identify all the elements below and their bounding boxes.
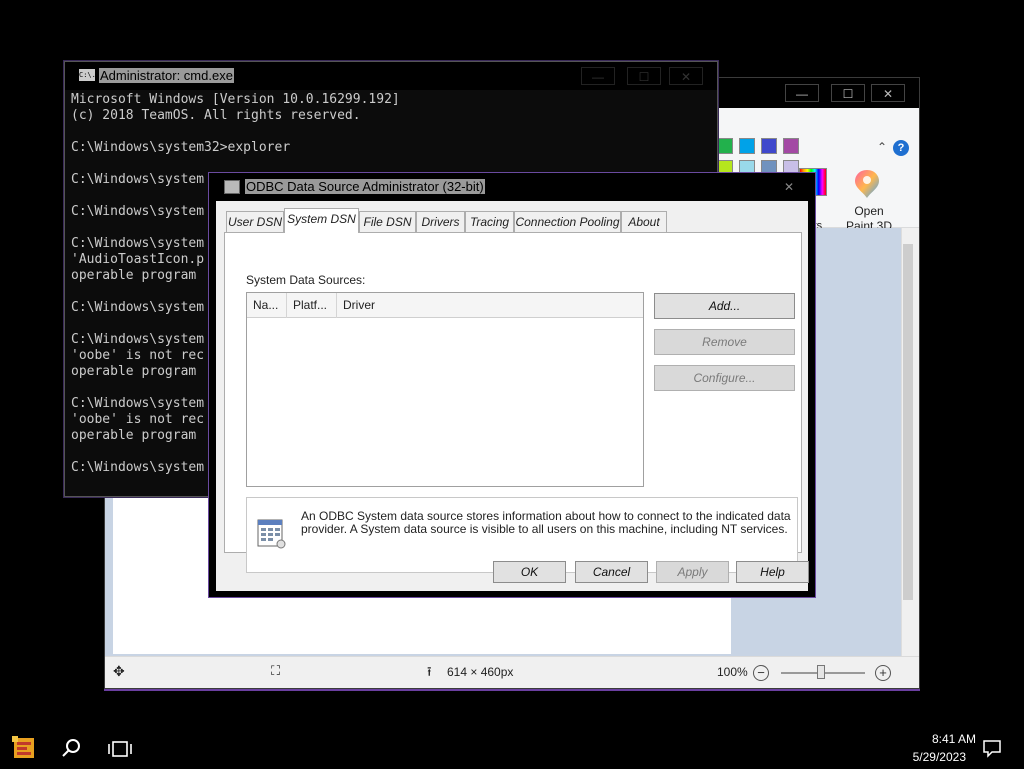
zoom-level-text: 100% [717,665,748,679]
console-line: Microsoft Windows [Version 10.0.16299.19… [71,92,400,107]
odbc-app-icon [224,180,240,194]
cmd-maximize-button[interactable]: ☐ [627,67,661,85]
tab-drivers[interactable]: Drivers [416,211,465,232]
column-header-driver[interactable]: Driver [337,293,643,318]
odbc-data-source-icon [255,514,287,550]
tab-system-dsn[interactable]: System DSN [284,208,359,233]
cursor-position-icon: ✥ [113,663,125,679]
cmd-window-title: Administrator: cmd.exe [99,68,234,83]
list-header: Na... Platf... Driver [247,293,643,318]
paint-close-button[interactable]: ✕ [871,84,905,102]
ribbon-collapse-icon[interactable]: ⌃ [875,140,889,154]
selection-size-icon: ⛶ [271,663,281,678]
tab-tracing[interactable]: Tracing [465,211,514,232]
cancel-button[interactable]: Cancel [575,561,648,583]
taskbar: 8:41 AM 5/29/2023 [0,728,1024,768]
tab-user-dsn[interactable]: User DSN [226,211,284,232]
paint-minimize-button[interactable]: — [785,84,819,102]
cmd-app-icon: C:\. [79,69,96,81]
column-header-platform[interactable]: Platf... [287,293,337,318]
odbc-window-title: ODBC Data Source Administrator (32-bit) [245,179,485,194]
color-swatch[interactable] [761,138,777,154]
system-data-sources-list[interactable]: Na... Platf... Driver [246,292,644,487]
image-size-text: 614 × 460px [447,665,514,679]
column-header-name[interactable]: Na... [247,293,287,318]
odbc-client-area: User DSN System DSN File DSN Drivers Tra… [216,201,809,591]
clock-time[interactable]: 8:41 AM [880,732,976,746]
console-line: C:\Windows\system32>explorer [71,140,291,155]
tab-about[interactable]: About [621,211,667,232]
tab-file-dsn[interactable]: File DSN [359,211,416,232]
tab-connection-pooling[interactable]: Connection Pooling [514,211,621,232]
add-button[interactable]: Add... [654,293,795,319]
task-view-icon[interactable] [106,736,134,762]
paint-3d-icon[interactable] [853,168,881,200]
color-swatch[interactable] [739,138,755,154]
odbc-close-button[interactable]: ✕ [775,178,803,196]
cmd-title-bar: C:\. Administrator: cmd.exe — ☐ ✕ [65,62,717,90]
zoom-slider-thumb[interactable] [817,665,825,679]
notification-center-icon[interactable] [980,736,1004,760]
odbc-title-bar: ODBC Data Source Administrator (32-bit) … [209,173,815,201]
vertical-scrollbar-thumb[interactable] [903,244,913,600]
odbc-dialog: ODBC Data Source Administrator (32-bit) … [208,172,816,598]
system-dsn-panel: System Data Sources: Na... Platf... Driv… [224,232,802,573]
help-icon[interactable]: ? [893,140,909,156]
help-button[interactable]: Help [736,561,809,583]
start-button[interactable] [8,732,40,764]
cmd-close-button[interactable]: ✕ [669,67,703,85]
image-size-icon: ⭱ [427,664,432,679]
color-swatch[interactable] [783,138,799,154]
clock-date[interactable]: 5/29/2023 [880,750,966,764]
info-description-text: An ODBC System data source stores inform… [301,509,791,536]
console-line: (c) 2018 TeamOS. All rights reserved. [71,108,361,123]
zoom-in-button[interactable]: + [875,665,891,681]
paint-status-bar: ✥ ⛶ ⭱ 614 × 460px 100% − + [105,656,919,688]
system-data-sources-label: System Data Sources: [246,273,366,287]
remove-button[interactable]: Remove [654,329,795,355]
apply-button[interactable]: Apply [656,561,729,583]
paint-maximize-button[interactable]: ☐ [831,84,865,102]
ok-button[interactable]: OK [493,561,566,583]
search-icon[interactable] [58,736,84,762]
cmd-minimize-button[interactable]: — [581,67,615,85]
configure-button[interactable]: Configure... [654,365,795,391]
zoom-out-button[interactable]: − [753,665,769,681]
color-swatch[interactable] [717,138,733,154]
